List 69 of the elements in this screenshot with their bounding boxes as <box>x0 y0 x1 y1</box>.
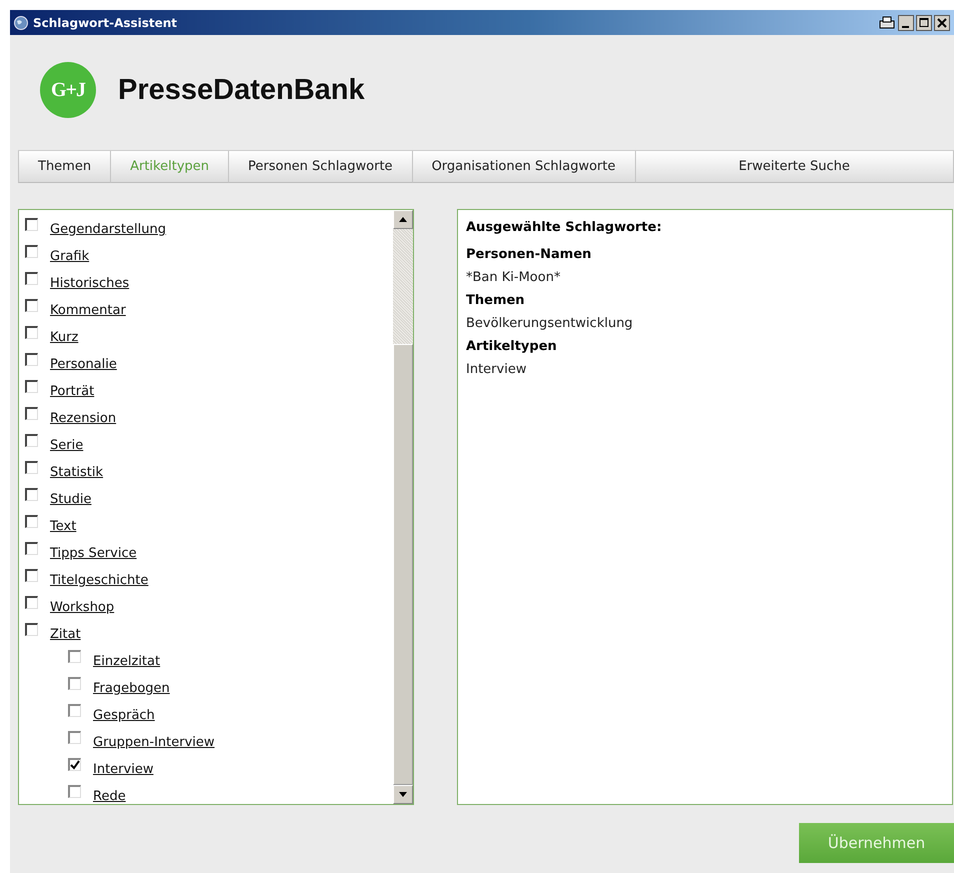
checkbox[interactable] <box>25 380 38 393</box>
tab[interactable]: Personen Schlagworte <box>229 151 413 183</box>
checkbox[interactable] <box>68 677 81 690</box>
type-link[interactable]: Workshop <box>50 600 114 615</box>
group-heading: Personen-Namen <box>466 247 592 262</box>
minimize-icon[interactable] <box>898 14 914 30</box>
keyword-text: Bevölkerungsentwicklung <box>466 316 634 331</box>
tab[interactable]: Themen <box>18 151 112 183</box>
type-link[interactable]: Kurz <box>50 330 78 345</box>
scrollbar-thumb[interactable] <box>393 344 413 785</box>
tab[interactable]: Erweiterte Suche <box>636 151 954 183</box>
tab[interactable]: Organisationen Schlagworte <box>412 151 636 183</box>
type-link[interactable]: Tipps Service <box>50 546 137 561</box>
checkbox[interactable] <box>68 758 81 771</box>
down-arrow-icon <box>399 792 407 797</box>
type-link[interactable]: Rede <box>93 789 126 804</box>
checkbox[interactable] <box>25 515 38 528</box>
group-heading: Themen <box>466 293 526 308</box>
globe-icon <box>14 16 28 30</box>
logo-text: PresseDatenBank <box>118 74 365 106</box>
type-link[interactable]: Gegendarstellung <box>50 222 166 237</box>
close-icon[interactable] <box>934 14 950 30</box>
type-link[interactable]: Historisches <box>50 276 130 291</box>
type-link[interactable]: Fragebogen <box>93 681 170 696</box>
checkbox[interactable] <box>68 650 81 663</box>
logo-mark: G+J <box>40 62 96 118</box>
checkbox[interactable] <box>25 623 38 636</box>
checkbox[interactable] <box>25 596 38 609</box>
checkbox[interactable] <box>68 731 81 744</box>
checkbox[interactable] <box>25 542 38 555</box>
print-icon[interactable] <box>878 14 896 30</box>
type-link[interactable]: Grafik <box>50 249 90 264</box>
type-link[interactable]: Serie <box>50 438 84 453</box>
window-title: Schlagwort-Assistent <box>33 16 178 30</box>
checkbox[interactable] <box>25 434 38 447</box>
checkbox[interactable] <box>25 272 38 285</box>
checkbox[interactable] <box>25 461 38 474</box>
checkbox[interactable] <box>68 704 81 717</box>
type-link[interactable]: Gespräch <box>93 708 155 723</box>
scroll-down-button[interactable] <box>393 785 413 804</box>
checkbox[interactable] <box>25 218 38 231</box>
checkbox[interactable] <box>68 785 81 798</box>
keyword-text: *Ban Ki-Moon* <box>466 270 562 285</box>
type-link[interactable]: Text <box>50 519 76 534</box>
type-link[interactable]: Studie <box>50 492 92 507</box>
type-link[interactable]: Gruppen-Interview <box>93 735 215 750</box>
type-link[interactable]: Statistik <box>50 465 104 480</box>
up-arrow-icon <box>399 217 407 222</box>
checkbox[interactable] <box>25 488 38 501</box>
group-heading: Artikeltypen <box>466 339 558 354</box>
checkbox[interactable] <box>25 326 38 339</box>
checkbox[interactable] <box>25 407 38 420</box>
checkbox[interactable] <box>25 569 38 582</box>
type-link[interactable]: Zitat <box>50 627 81 642</box>
scrollbar[interactable] <box>393 210 413 804</box>
type-link[interactable]: Kommentar <box>50 303 126 318</box>
checkbox[interactable] <box>25 245 38 258</box>
type-link[interactable]: Personalie <box>50 357 117 372</box>
maximize-icon[interactable] <box>916 14 932 30</box>
panel-heading: Ausgewählte Schlagworte: <box>466 220 663 235</box>
type-link[interactable]: Einzelzitat <box>93 654 160 669</box>
keyword-text: Interview <box>466 362 528 377</box>
checkbox[interactable] <box>25 353 38 366</box>
type-link[interactable]: Interview <box>93 762 154 777</box>
checkbox[interactable] <box>25 299 38 312</box>
scroll-up-button[interactable] <box>393 210 413 229</box>
type-link[interactable]: Porträt <box>50 384 94 399</box>
type-link[interactable]: Titelgeschichte <box>50 573 148 588</box>
type-link[interactable]: Rezension <box>50 411 116 426</box>
